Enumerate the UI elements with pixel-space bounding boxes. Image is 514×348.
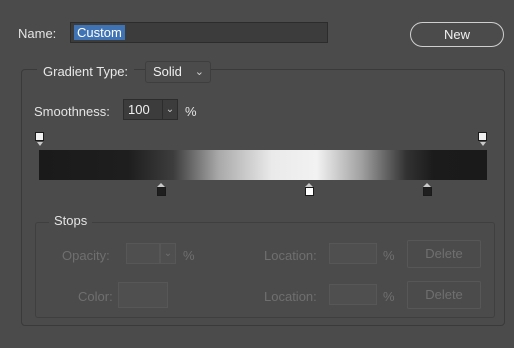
chevron-down-icon: ⌄ (194, 66, 204, 78)
color-stop-2[interactable] (305, 183, 314, 196)
color-label: Color: (78, 289, 113, 304)
color-location-unit: % (383, 289, 395, 304)
opacity-dropdown-icon[interactable]: ⌄ (160, 243, 176, 264)
name-value-selected: Custom (74, 25, 125, 40)
color-swatch[interactable] (118, 282, 168, 308)
opacity-unit: % (183, 248, 195, 263)
opacity-location-unit: % (383, 248, 395, 263)
smoothness-dropdown-icon[interactable]: ⌄ (162, 99, 178, 120)
opacity-location-label: Location: (264, 248, 317, 263)
color-location-input[interactable] (329, 284, 377, 305)
gradient-type-label: Gradient Type: (37, 63, 135, 81)
opacity-stop-left[interactable] (35, 132, 44, 146)
color-delete-button[interactable]: Delete (407, 281, 481, 309)
opacity-delete-button[interactable]: Delete (407, 240, 481, 268)
smoothness-label: Smoothness: (34, 104, 110, 119)
gradient-preview-bar[interactable] (39, 150, 487, 180)
opacity-input[interactable] (126, 243, 160, 264)
opacity-label: Opacity: (62, 248, 110, 263)
name-label: Name: (18, 26, 57, 41)
opacity-stop-right[interactable] (478, 132, 487, 146)
smoothness-unit: % (185, 104, 197, 119)
opacity-location-input[interactable] (329, 243, 377, 264)
color-stop-1[interactable] (157, 183, 166, 196)
color-stop-3[interactable] (423, 183, 432, 196)
gradient-type-value: Solid (153, 64, 182, 79)
name-input[interactable]: Custom (70, 22, 328, 43)
new-button[interactable]: New (410, 22, 504, 47)
color-location-label: Location: (264, 289, 317, 304)
smoothness-input[interactable]: 100 (123, 99, 163, 120)
stops-label: Stops (49, 212, 93, 230)
gradient-type-select[interactable]: Solid ⌄ (145, 61, 211, 83)
